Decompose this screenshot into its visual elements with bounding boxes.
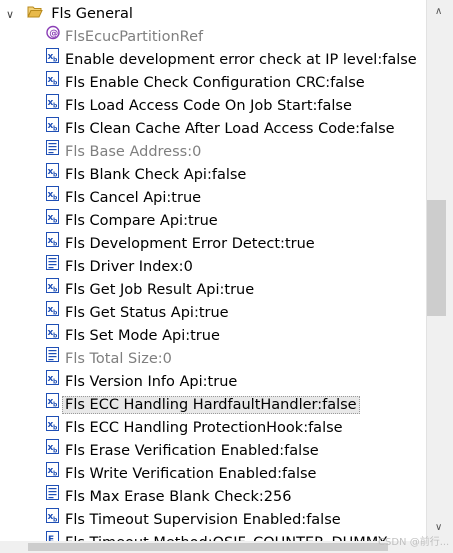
chevron-down-icon[interactable]: ∨ — [6, 3, 18, 26]
enum-param-icon: E — [46, 531, 60, 541]
tree-item[interactable]: x b Fls ECC Handling ProtectionHook:false — [46, 416, 343, 440]
tree-item[interactable]: x b Fls Blank Check Api:false — [46, 163, 247, 187]
svg-text:b: b — [53, 517, 58, 524]
svg-text:b: b — [53, 241, 58, 248]
tree-item[interactable]: x b Fls Version Info Api:true — [46, 370, 238, 394]
svg-text:b: b — [53, 172, 58, 179]
boolean-param-icon: xb — [46, 462, 60, 485]
tree-item-label: Fls Compare Api:true — [65, 213, 218, 229]
tree-item[interactable]: x b Fls Set Mode Api:true — [46, 324, 220, 348]
tree-item[interactable]: x b Fls Get Status Api:true — [46, 301, 229, 325]
tree-node-label: Fls General — [51, 6, 133, 22]
svg-text:b: b — [53, 287, 58, 294]
boolean-param-icon: xb — [46, 301, 60, 324]
svg-text:b: b — [53, 126, 58, 133]
svg-text:b: b — [53, 471, 58, 478]
tree-item[interactable]: x b Fls Get Job Result Api:true — [46, 278, 255, 302]
tree-item[interactable]: x b Fls Erase Verification Enabled:false — [46, 439, 319, 463]
svg-text:b: b — [53, 103, 58, 110]
tree-item[interactable]: Fls Max Erase Blank Check:256 — [46, 485, 292, 509]
vertical-scroll-thumb[interactable] — [427, 200, 446, 316]
boolean-param-icon: xb — [46, 439, 60, 462]
tree-item[interactable]: x b Fls Timeout Supervision Enabled:false — [46, 508, 341, 532]
boolean-param-icon: xb — [46, 186, 60, 209]
boolean-param-icon: xb — [46, 209, 60, 232]
tree-item-label: Fls Get Job Result Api:true — [65, 282, 255, 298]
svg-text:b: b — [53, 425, 58, 432]
tree-item-label: Fls Cancel Api:true — [65, 190, 202, 206]
tree-item-label: Fls Erase Verification Enabled:false — [65, 443, 319, 459]
tree-item[interactable]: @ FlsEcucPartitionRef — [46, 25, 204, 49]
boolean-param-icon: xb — [46, 117, 60, 140]
tree-item-label: Fls Get Status Api:true — [65, 305, 229, 321]
boolean-param-icon: xb — [46, 71, 60, 94]
tree-item[interactable]: x b Fls Compare Api:true — [46, 209, 218, 233]
svg-text:b: b — [53, 310, 58, 317]
reference-icon: @ — [46, 25, 60, 48]
svg-text:b: b — [53, 195, 58, 202]
boolean-param-icon: xb — [46, 416, 60, 439]
boolean-param-icon: xb — [46, 232, 60, 255]
svg-text:b: b — [53, 80, 58, 87]
folder-open-icon — [26, 3, 43, 26]
tree-item-label: Fls Load Access Code On Job Start:false — [65, 98, 352, 114]
tree-item[interactable]: x b Fls ECC Handling HardfaultHandler:fals… — [46, 393, 360, 417]
tree-item-label: Fls Enable Check Configuration CRC:false — [65, 75, 365, 91]
horizontal-scroll-thumb[interactable] — [28, 543, 388, 551]
tree-item-label: Enable development error check at IP lev… — [65, 52, 417, 68]
tree-item[interactable]: Fls Base Address:0 — [46, 140, 202, 164]
horizontal-scrollbar[interactable] — [0, 541, 426, 553]
svg-text:b: b — [53, 402, 58, 409]
tree-item[interactable]: x b Fls Clean Cache After Load Access Code… — [46, 117, 395, 141]
tree-item-label: Fls Max Erase Blank Check:256 — [65, 489, 292, 505]
svg-text:b: b — [53, 57, 58, 64]
svg-text:b: b — [53, 218, 58, 225]
svg-text:b: b — [53, 448, 58, 455]
tree-item-label: Fls Base Address:0 — [65, 144, 202, 160]
boolean-param-icon: xb — [46, 508, 60, 531]
integer-param-icon — [46, 347, 60, 370]
boolean-param-icon: xb — [46, 48, 60, 71]
svg-text:b: b — [53, 379, 58, 386]
boolean-param-icon: xb — [46, 324, 60, 347]
tree-item-label: Fls Version Info Api:true — [65, 374, 238, 390]
boolean-param-icon: xb — [46, 370, 60, 393]
tree-item-label: Fls Timeout Supervision Enabled:false — [65, 512, 341, 528]
boolean-param-icon: xb — [46, 94, 60, 117]
tree-item-label: Fls Set Mode Api:true — [65, 328, 220, 344]
tree-node-fls-general[interactable]: ∨ Fls General — [6, 3, 133, 26]
tree-item-label: Fls Write Verification Enabled:false — [65, 466, 317, 482]
tree-item[interactable]: x b Fls Cancel Api:true — [46, 186, 202, 210]
tree-item-label: Fls Clean Cache After Load Access Code:f… — [65, 121, 395, 137]
scroll-up-arrow-icon[interactable]: ∧ — [435, 6, 442, 17]
tree-item[interactable]: Fls Driver Index:0 — [46, 255, 193, 279]
tree-item[interactable]: x b Fls Development Error Detect:true — [46, 232, 315, 256]
tree-item[interactable]: EFls Timeout Method:OSIF_COUNTER_DUMMY — [46, 531, 387, 541]
watermark: CSDN @前行... — [378, 537, 450, 548]
boolean-param-icon: xb — [46, 163, 60, 186]
integer-param-icon — [46, 140, 60, 163]
scroll-down-arrow-icon[interactable]: ∨ — [435, 522, 442, 533]
tree-item-label: Fls Total Size:0 — [65, 351, 172, 367]
integer-param-icon — [46, 485, 60, 508]
tree-item[interactable]: x b Fls Write Verification Enabled:false — [46, 462, 317, 486]
tree-item[interactable]: x b Enable development error check at IP l… — [46, 48, 417, 72]
boolean-param-icon: xb — [46, 278, 60, 301]
boolean-param-icon: xb — [46, 393, 60, 416]
tree-item-label: Fls ECC Handling ProtectionHook:false — [65, 420, 343, 436]
tree-item-label: Fls Development Error Detect:true — [65, 236, 315, 252]
config-tree[interactable]: ∨ Fls General @ FlsEcucPartitionRef x b Enab… — [0, 0, 426, 541]
tree-item-label: Fls Blank Check Api:false — [65, 167, 247, 183]
tree-item-label: FlsEcucPartitionRef — [65, 29, 204, 45]
vertical-scrollbar[interactable]: ∧ ∨ — [426, 0, 453, 541]
tree-item-label: Fls Driver Index:0 — [65, 259, 193, 275]
tree-item[interactable]: x b Fls Enable Check Configuration CRC:fal… — [46, 71, 365, 95]
tree-item[interactable]: x b Fls Load Access Code On Job Start:fals… — [46, 94, 352, 118]
tree-item[interactable]: Fls Total Size:0 — [46, 347, 172, 371]
svg-text:b: b — [53, 333, 58, 340]
tree-item-label: Fls ECC Handling HardfaultHandler:false — [62, 396, 360, 414]
integer-param-icon — [46, 255, 60, 278]
svg-text:@: @ — [49, 29, 58, 39]
